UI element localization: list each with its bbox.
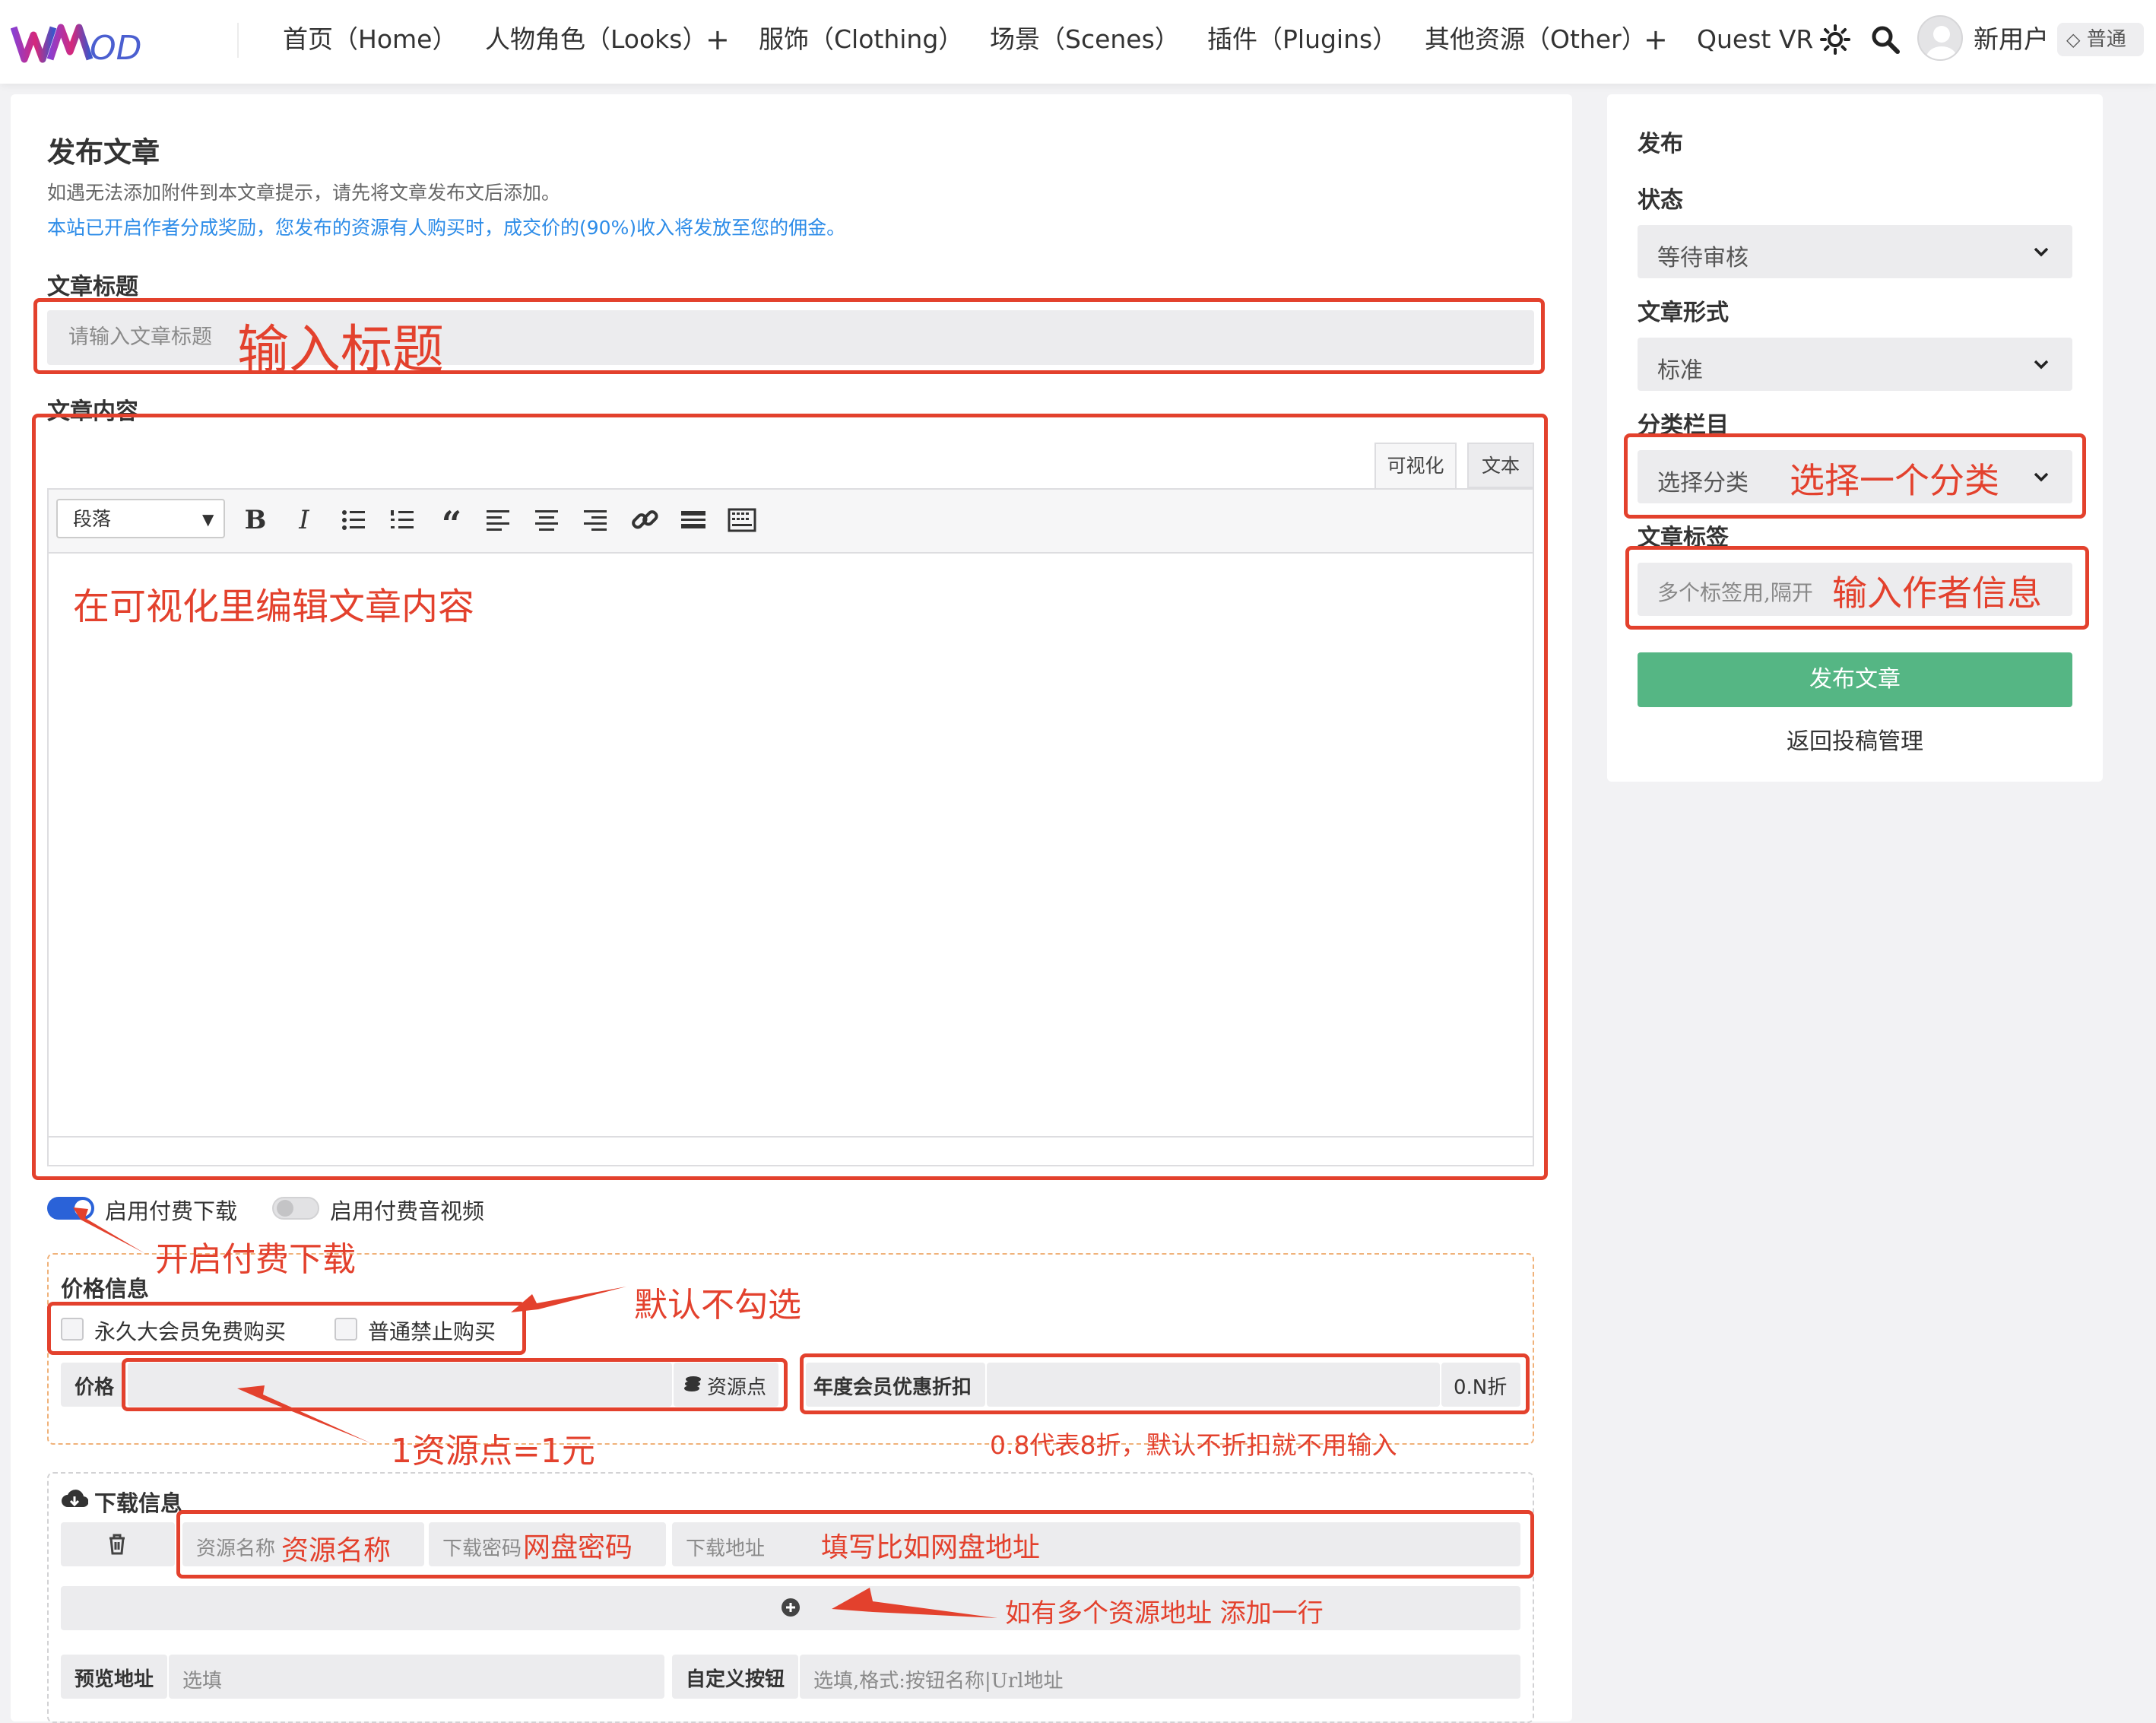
checkbox-default-annotation: 默认不勾选	[634, 1286, 801, 1325]
paid-download-annotation: 开启付费下载	[155, 1240, 356, 1279]
add-row-annotation: 如有多个资源地址 添加一行	[1005, 1598, 1324, 1629]
resource-password-annotation: 网盘密码	[523, 1532, 633, 1563]
resource-url-annotation: 填写比如网盘地址	[821, 1532, 1041, 1563]
price-rate-annotation: 1资源点=1元	[391, 1432, 595, 1471]
arrow-to-add-row	[832, 1588, 997, 1618]
arrow-to-price	[237, 1385, 371, 1443]
discount-annotation: 0.8代表8折，默认不折扣就不用输入	[990, 1430, 1397, 1460]
arrow-to-checkboxes	[511, 1287, 626, 1312]
resource-name-annotation: 资源名称	[281, 1535, 392, 1566]
arrow-to-toggle	[73, 1207, 144, 1253]
